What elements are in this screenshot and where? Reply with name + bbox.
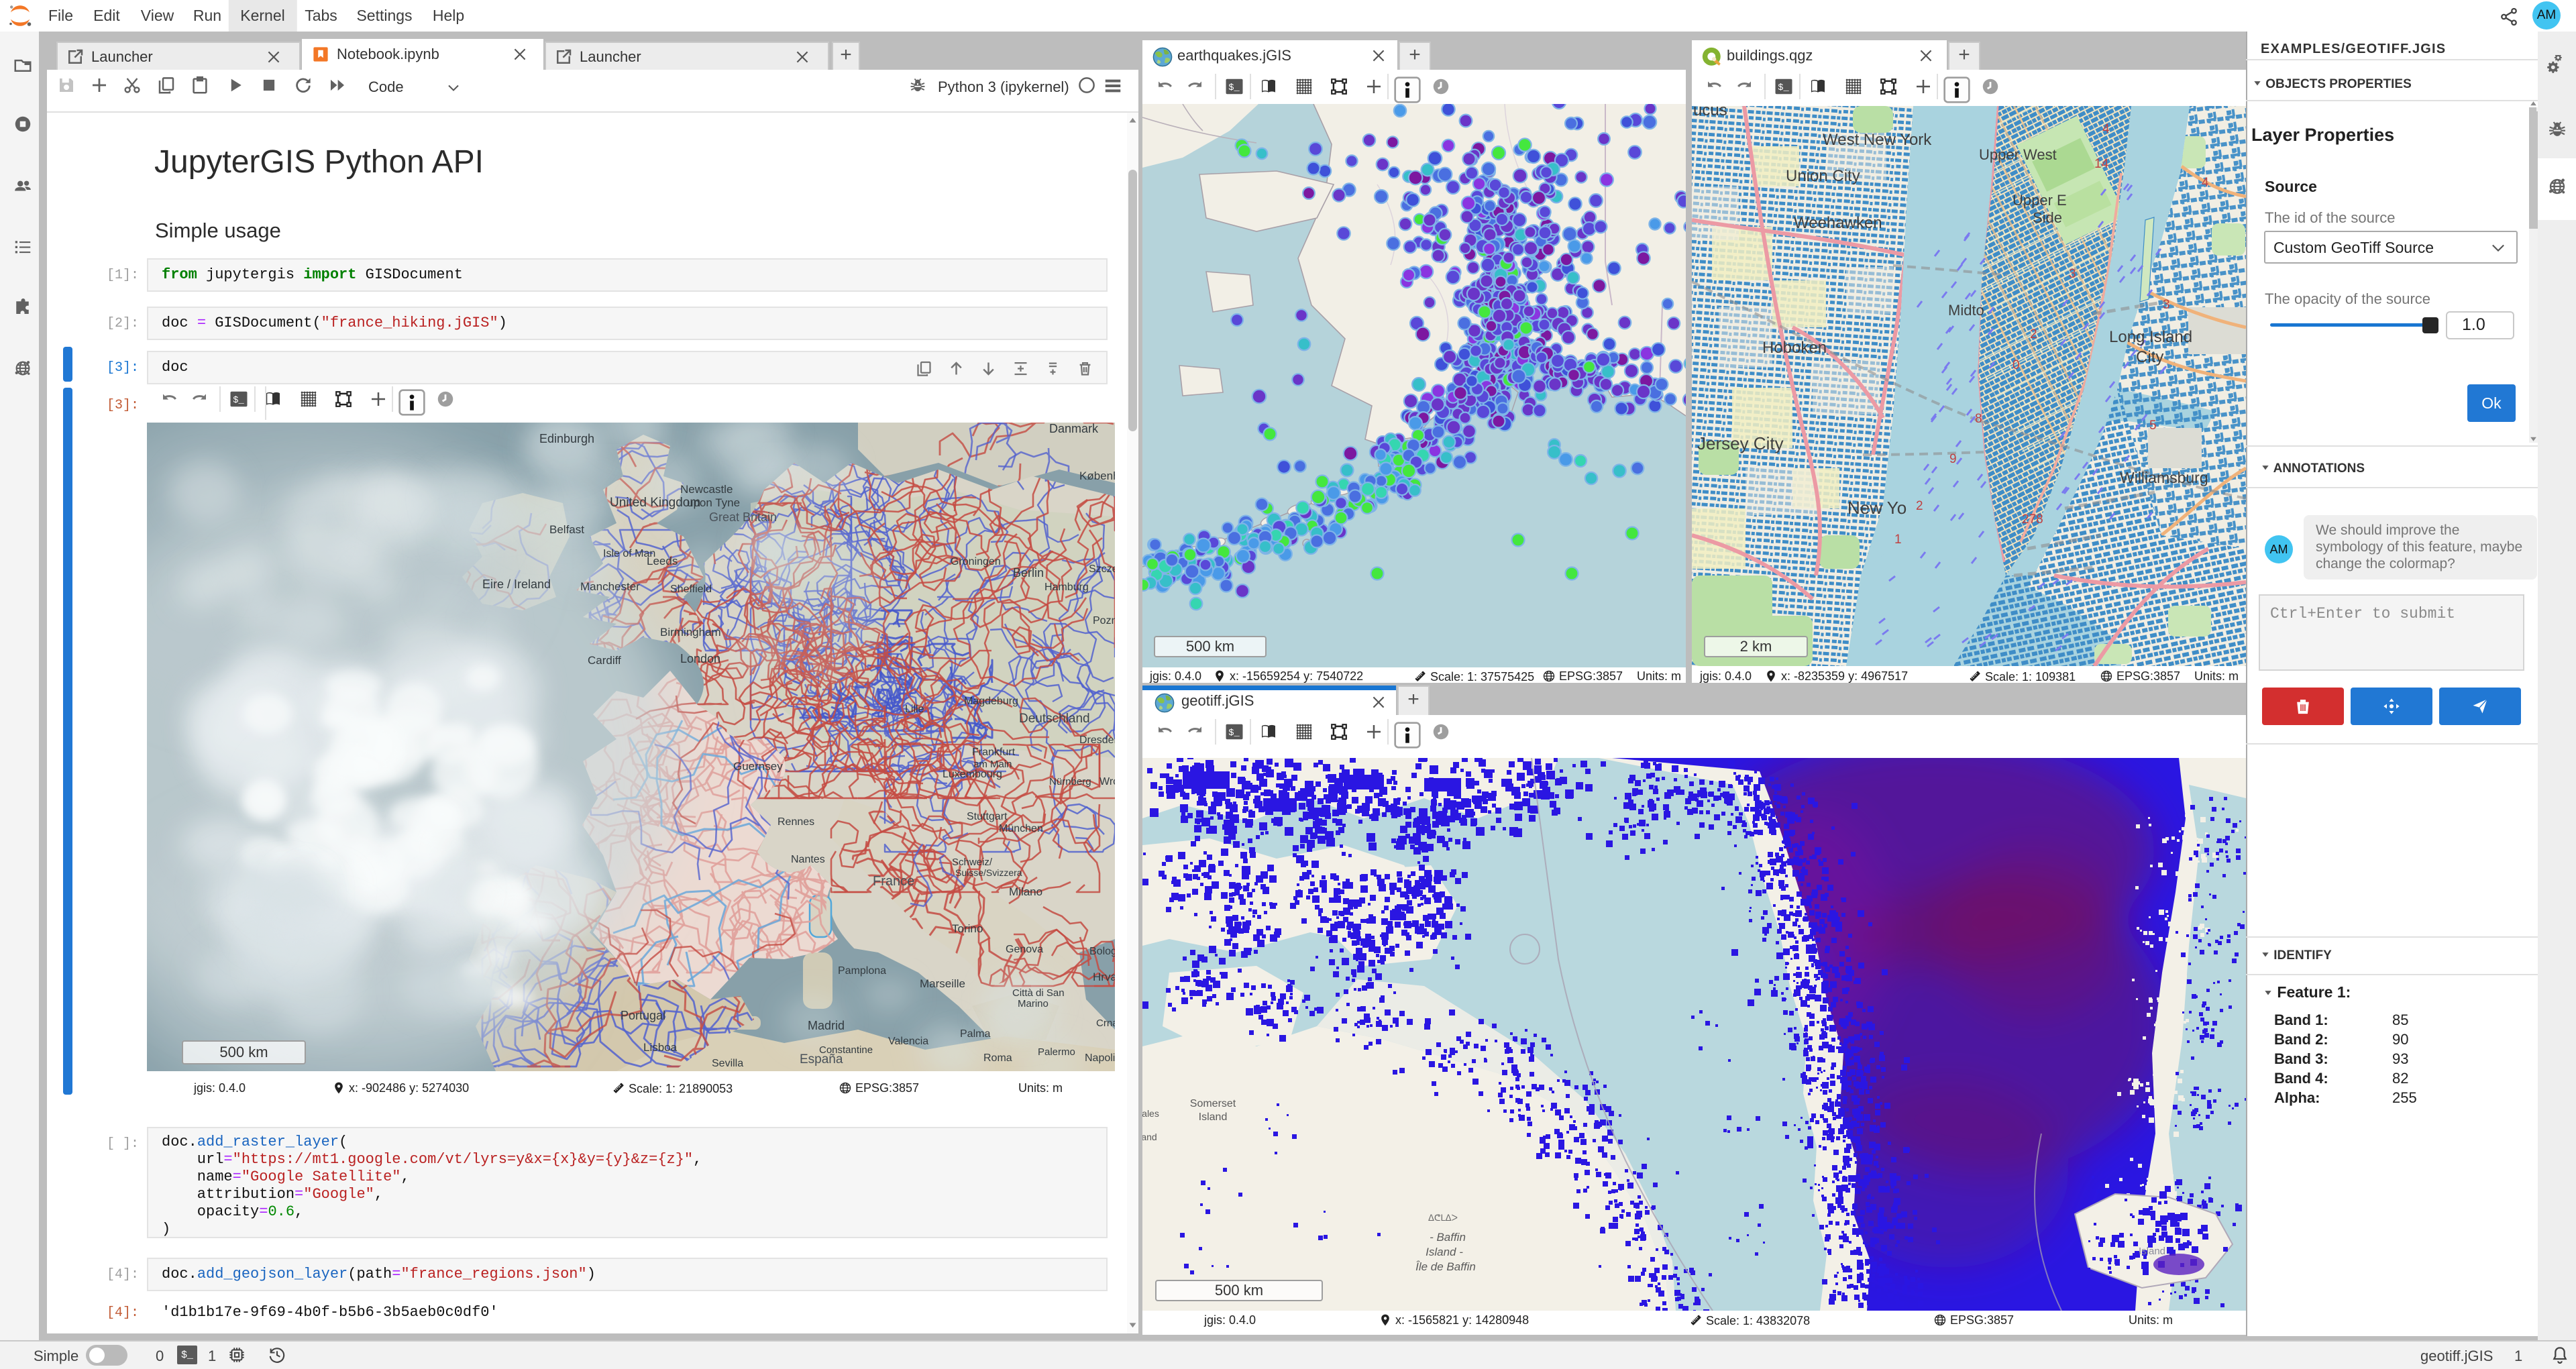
svg-text:Great Britain: Great Britain: [709, 510, 777, 524]
svg-text:France: France: [873, 874, 914, 889]
svg-text:Lille: Lille: [905, 704, 924, 715]
svg-text:Roma: Roma: [983, 1052, 1012, 1064]
svg-text:Rennes: Rennes: [777, 816, 814, 828]
svg-text:ales: ales: [1142, 1108, 1159, 1119]
svg-text:New Yo: New Yo: [1847, 498, 1907, 518]
svg-text:ucus: ucus: [1693, 106, 1727, 119]
svg-text:- Baffin: - Baffin: [1430, 1231, 1466, 1244]
svg-text:Williamsburg: Williamsburg: [2120, 469, 2208, 486]
svg-text:upon Tyne: upon Tyne: [687, 496, 740, 509]
svg-text:2: 2: [1916, 499, 1923, 513]
svg-text:Belfast: Belfast: [549, 523, 584, 536]
svg-text:Island: Island: [1199, 1111, 1228, 1123]
svg-text:Danmark: Danmark: [1049, 423, 1099, 435]
svg-text:Edinburgh: Edinburgh: [539, 432, 594, 445]
svg-text:Szczecin: Szczecin: [1089, 563, 1115, 575]
svg-text:$_: $_: [1228, 83, 1240, 93]
svg-text:Palma: Palma: [960, 1028, 990, 1040]
svg-text:Dresden: Dresden: [1079, 734, 1115, 746]
svg-text:3: 3: [2163, 298, 2170, 312]
svg-text:Palermo: Palermo: [1038, 1046, 1075, 1058]
svg-text:and: and: [1142, 1132, 1157, 1142]
svg-text:0: 0: [2012, 358, 2020, 372]
svg-text:Genova: Genova: [1006, 944, 1043, 955]
svg-text:Milano: Milano: [1009, 885, 1042, 898]
svg-text:Hamburg: Hamburg: [1044, 582, 1089, 593]
svg-text:3: 3: [2069, 267, 2076, 281]
svg-text:Nantes: Nantes: [791, 854, 825, 865]
svg-text:Schweiz/: Schweiz/: [952, 857, 993, 868]
svg-text:1: 1: [1894, 533, 1902, 547]
svg-text:Groningen: Groningen: [951, 556, 1001, 567]
svg-text:Stuttgart: Stuttgart: [967, 811, 1008, 822]
svg-text:5: 5: [2149, 419, 2157, 433]
svg-text:Jersey City: Jersey City: [1697, 433, 1784, 453]
svg-text:Guernsey: Guernsey: [733, 760, 783, 773]
svg-text:Marino: Marino: [1018, 998, 1049, 1009]
svg-text:Island -: Island -: [1426, 1246, 1463, 1258]
svg-text:$_: $_: [1228, 728, 1240, 738]
svg-text:Sheffield: Sheffield: [670, 584, 712, 595]
svg-text:Sevilla: Sevilla: [712, 1058, 743, 1069]
svg-text:Hrvatska: Hrvatska: [1093, 971, 1115, 983]
svg-text:München: München: [999, 823, 1043, 834]
svg-text:Manchester: Manchester: [580, 580, 640, 593]
svg-text:West New York: West New York: [1823, 131, 1932, 149]
svg-text:Pamplona: Pamplona: [838, 965, 886, 977]
svg-text:Île de Baffin: Île de Baffin: [1415, 1260, 1476, 1273]
svg-text:Wrocław: Wrocław: [1099, 776, 1115, 787]
svg-text:Side: Side: [2033, 209, 2062, 226]
svg-text:Long Island: Long Island: [2109, 328, 2192, 346]
svg-text:Portugal: Portugal: [621, 1009, 665, 1022]
svg-text:City: City: [2136, 348, 2163, 366]
svg-text:Marseille: Marseille: [920, 977, 965, 990]
svg-text:Eire / Ireland: Eire / Ireland: [482, 578, 551, 591]
svg-text:4: 4: [2102, 122, 2110, 136]
svg-text:Berlin: Berlin: [1013, 566, 1044, 580]
svg-text:Città di San: Città di San: [1012, 987, 1065, 999]
svg-text:Lisboa: Lisboa: [643, 1041, 678, 1054]
svg-text:9: 9: [1949, 452, 1957, 466]
svg-text:Deutschland: Deutschland: [1019, 712, 1090, 726]
svg-text:Midto: Midto: [1948, 302, 1984, 319]
svg-text:Torino: Torino: [952, 922, 983, 935]
svg-text:Hoboken: Hoboken: [1762, 339, 1827, 357]
svg-text:Union City: Union City: [1786, 167, 1860, 185]
svg-text:278: 278: [2022, 512, 2043, 527]
svg-text:Weehawken: Weehawken: [1794, 214, 1882, 232]
svg-text:$_: $_: [233, 395, 244, 406]
svg-text:$_: $_: [1778, 83, 1789, 93]
svg-text:Magdeburg: Magdeburg: [964, 696, 1018, 707]
svg-text:Somerset: Somerset: [1190, 1098, 1236, 1109]
svg-text:14: 14: [2094, 157, 2109, 171]
svg-text:Bologna: Bologna: [1089, 946, 1115, 957]
svg-text:Birmingham: Birmingham: [660, 626, 721, 639]
svg-text:Luxembourg: Luxembourg: [943, 769, 1002, 780]
svg-text:Leeds: Leeds: [647, 555, 678, 567]
svg-text:Island: Island: [2139, 1246, 2165, 1257]
svg-text:Napoli: Napoli: [1085, 1052, 1115, 1064]
svg-text:Upper West: Upper West: [1979, 146, 2057, 163]
svg-text:Valencia: Valencia: [888, 1036, 928, 1047]
svg-text:ᐃᕦᒪᐃᐳ: ᐃᕦᒪᐃᐳ: [1428, 1213, 1458, 1223]
svg-text:Nürnberg: Nürnberg: [1049, 776, 1091, 787]
svg-text:Frankfurt: Frankfurt: [972, 747, 1016, 758]
svg-text:8: 8: [1975, 412, 1982, 426]
svg-text:Newcastle: Newcastle: [680, 483, 733, 496]
svg-text:2: 2: [2030, 327, 2037, 341]
svg-text:København: København: [1079, 470, 1115, 482]
svg-text:Madrid: Madrid: [808, 1019, 845, 1032]
svg-text:Poznań: Poznań: [1093, 615, 1115, 626]
svg-text:Constantine: Constantine: [819, 1044, 873, 1056]
svg-text:London: London: [680, 652, 720, 665]
svg-text:Upper E: Upper E: [2012, 192, 2067, 209]
svg-text:4: 4: [2202, 176, 2209, 190]
svg-text:Suisse/Svizzera: Suisse/Svizzera: [955, 867, 1022, 878]
svg-text:Cardiff: Cardiff: [588, 654, 621, 667]
svg-text:Crna G: Crna G: [1096, 1018, 1115, 1029]
